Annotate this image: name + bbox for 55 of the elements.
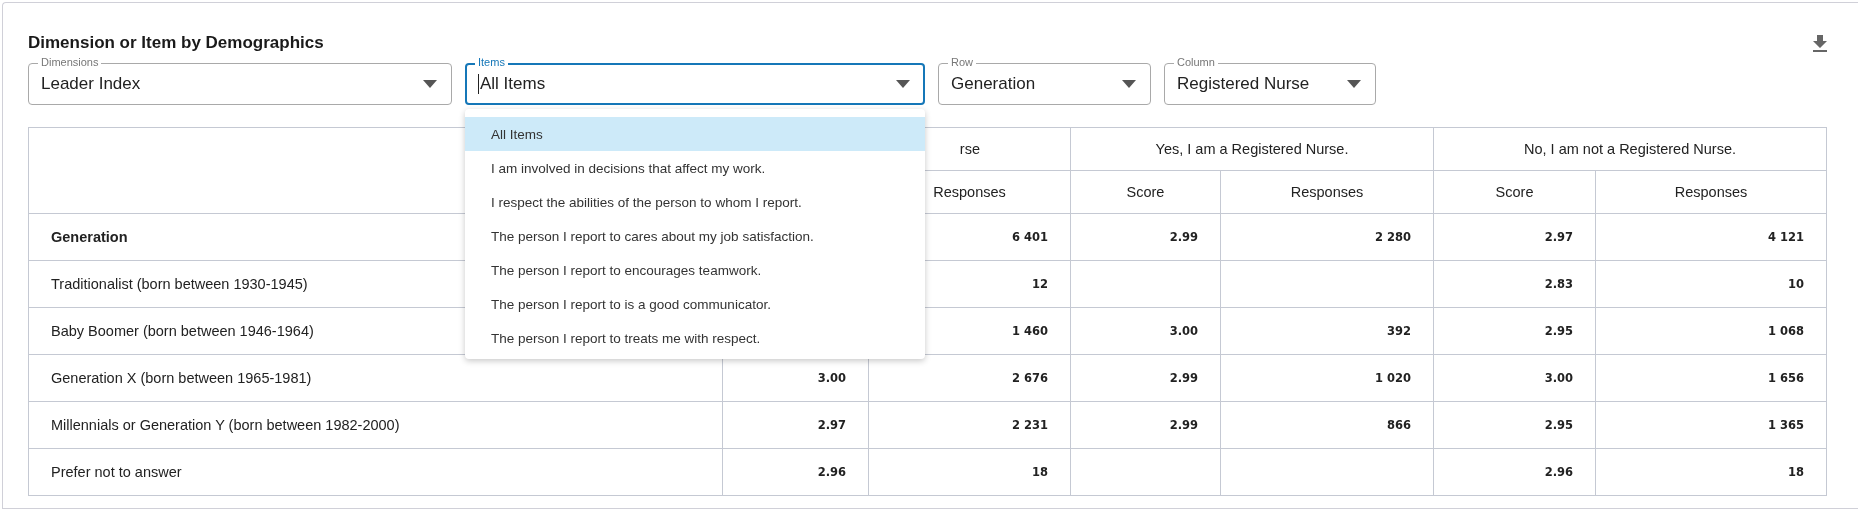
- caret-icon: [1122, 80, 1136, 88]
- table-cell: 2.99: [1070, 213, 1221, 261]
- table-cell: 1 365: [1595, 401, 1827, 449]
- menu-option[interactable]: The person I report to is a good communicator.: [465, 287, 925, 321]
- panel-title: Dimension or Item by Demographics: [28, 33, 324, 53]
- table-cell: 2.97: [722, 401, 869, 449]
- column-header: Score: [1070, 170, 1221, 214]
- menu-option[interactable]: All Items: [465, 117, 925, 151]
- field-label: Row: [948, 56, 976, 69]
- table-cell: 1 020: [1220, 354, 1434, 402]
- table-cell: 1 656: [1595, 354, 1827, 402]
- field-value: Leader Index: [41, 74, 141, 94]
- table-cell: 392: [1220, 307, 1434, 355]
- table-cell: 18: [868, 448, 1071, 496]
- table-cell: 2.99: [1070, 354, 1221, 402]
- column-header: Responses: [1220, 170, 1434, 214]
- table-cell: 3.00: [1433, 354, 1596, 402]
- table-cell: 2.97: [1433, 213, 1596, 261]
- download-icon[interactable]: [1813, 34, 1827, 52]
- table-cell: 2 231: [868, 401, 1071, 449]
- caret-icon: [1347, 80, 1361, 88]
- field-value: Generation: [951, 74, 1036, 94]
- table-cell: 866: [1220, 401, 1434, 449]
- field-label: Column: [1174, 56, 1218, 69]
- field-label: Items: [475, 56, 508, 69]
- column-group-header: Yes, I am a Registered Nurse.: [1070, 127, 1434, 171]
- column-header: Score: [1433, 170, 1596, 214]
- menu-option[interactable]: I respect the abilities of the person to whom I report.: [465, 185, 925, 219]
- menu-option[interactable]: The person I report to cares about my job satisfaction.: [465, 219, 925, 253]
- caret-icon: [423, 80, 437, 88]
- row-label: Prefer not to answer: [28, 448, 723, 496]
- field-value: All Items: [478, 74, 546, 94]
- menu-option[interactable]: I am involved in decisions that affect my work.: [465, 151, 925, 185]
- table-cell: 2.99: [1070, 401, 1221, 449]
- column-group-header: No, I am not a Registered Nurse.: [1433, 127, 1827, 171]
- table-cell: 2.96: [1433, 448, 1596, 496]
- table-cell: 2.96: [722, 448, 869, 496]
- table-cell: 1 068: [1595, 307, 1827, 355]
- table-cell: 2.95: [1433, 401, 1596, 449]
- field-value: Registered Nurse: [1177, 74, 1310, 94]
- menu-option[interactable]: The person I report to encourages teamwork.: [465, 253, 925, 287]
- table-cell: 2.95: [1433, 307, 1596, 355]
- table-cell: 2.83: [1433, 260, 1596, 308]
- field-label: Dimensions: [38, 56, 102, 69]
- row-label: Generation X (born between 1965-1981): [28, 354, 723, 402]
- table-cell: 2 280: [1220, 213, 1434, 261]
- table-cell: 3.00: [1070, 307, 1221, 355]
- caret-icon: [896, 80, 910, 88]
- table-cell: 18: [1595, 448, 1827, 496]
- table-cell: 4 121: [1595, 213, 1827, 261]
- menu-option[interactable]: The person I report to treats me with respect.: [465, 321, 925, 355]
- row-label: Millennials or Generation Y (born between 1982-2000): [28, 401, 723, 449]
- table-cell: 2 676: [868, 354, 1071, 402]
- column-header: Responses: [1595, 170, 1827, 214]
- table-cell: 10: [1595, 260, 1827, 308]
